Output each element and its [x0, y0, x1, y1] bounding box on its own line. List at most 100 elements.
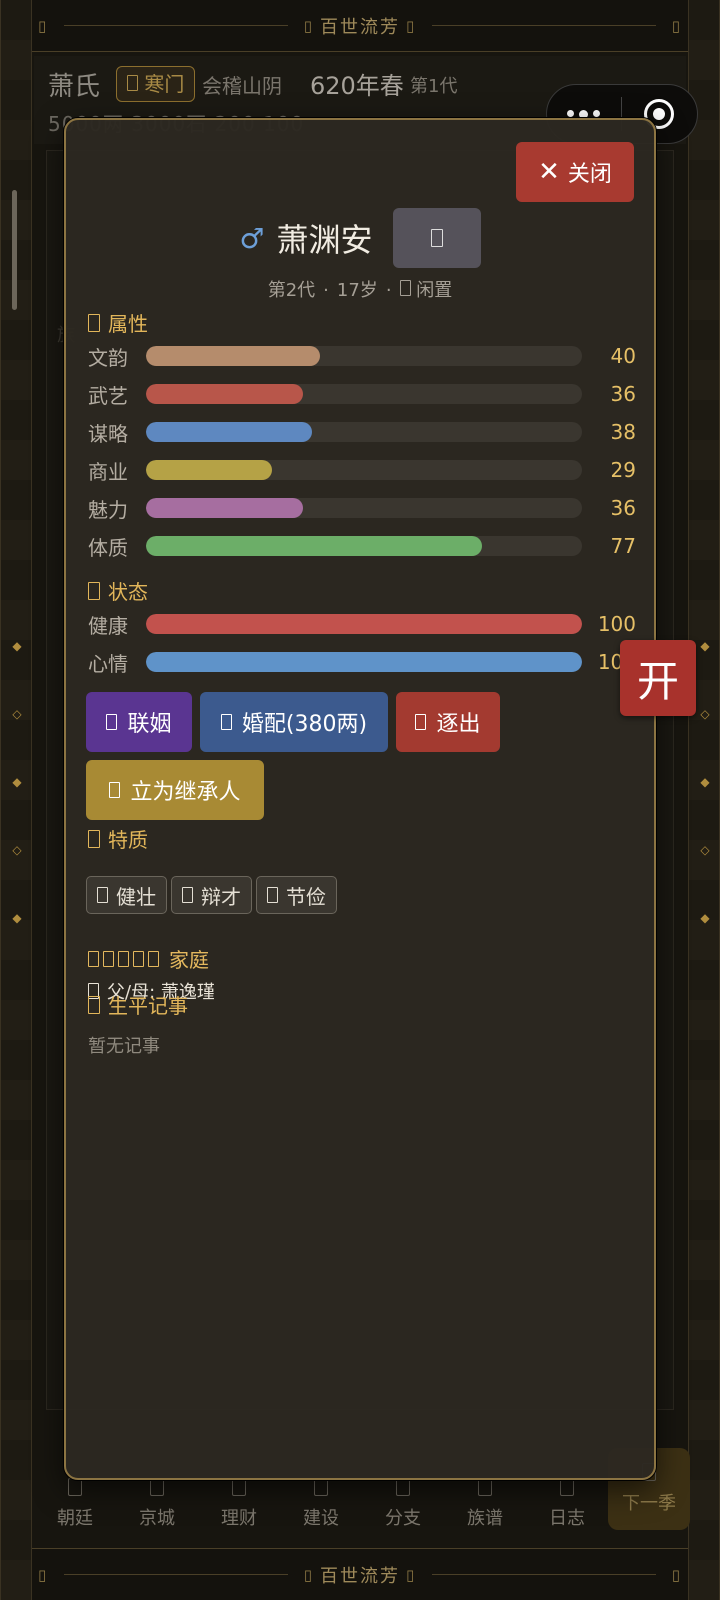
section-title-text: 属性 [108, 312, 148, 336]
stat-value: 36 [610, 496, 636, 520]
nav-item-branch[interactable]: 分支 [362, 1478, 444, 1530]
close-icon: ✕ [538, 157, 560, 187]
close-button[interactable]: ✕ 关闭 [516, 142, 634, 202]
trait-icon [97, 887, 108, 903]
marriage-alliance-button[interactable]: 联姻 [86, 692, 192, 752]
records-empty: 暂无记事 [88, 1036, 160, 1057]
diamond-ornament-icon: ◆ [12, 775, 22, 789]
nav-item-genealogy[interactable]: 族谱 [444, 1478, 526, 1530]
bracket-icon: ▯ [303, 1565, 314, 1584]
diamond-outline-icon: ◇ [12, 707, 22, 721]
expel-icon [415, 714, 427, 730]
traits-icon [88, 829, 100, 848]
status-icon [399, 280, 411, 296]
banner-title: 百世流芳 [320, 1565, 400, 1587]
diamond-outline-icon: ◇ [700, 843, 710, 857]
bracket-icon: ▯ [406, 1565, 417, 1584]
stat-bar-track [146, 614, 582, 634]
clan-location: 会稽山阴 [202, 74, 282, 98]
nav-item-capital[interactable]: 京城 [116, 1478, 198, 1530]
scrollbar[interactable] [12, 190, 17, 310]
close-label: 关闭 [567, 162, 612, 187]
stat-bar-track [146, 422, 582, 442]
nav-item-court[interactable]: 朝廷 [34, 1478, 116, 1530]
stat-label: 心情 [88, 651, 128, 676]
build-icon [314, 1478, 328, 1496]
nav-label: 朝廷 [57, 1508, 93, 1529]
stat-bar-fill [146, 652, 582, 672]
stat-value: 100 [597, 612, 636, 636]
bracket-icon: ▯ [303, 16, 314, 35]
app-screen: ◆ ◇ ◆ ◇ ◆ ◆ ◇ ◆ ◇ ◆ ▯ ▯ 百世流芳 ▯ ▯ 萧氏 寒门 会… [0, 0, 720, 1600]
stat-bar-fill [146, 346, 321, 366]
section-title-text: 家庭 [169, 948, 209, 972]
stat-bar-fill [146, 384, 303, 404]
member-age: 17岁 [336, 280, 378, 301]
branch-icon [396, 1478, 410, 1496]
stat-row: 心情 100 [88, 648, 636, 676]
alliance-icon [106, 714, 118, 730]
expel-button[interactable]: 逐出 [396, 692, 500, 752]
stat-label: 商业 [88, 459, 128, 484]
member-name: 萧渊安 [276, 221, 373, 259]
stat-bar-fill [146, 460, 273, 480]
stat-row: 文韵 40 [88, 342, 636, 370]
stat-row: 谋略 38 [88, 418, 636, 446]
nav-label: 京城 [139, 1508, 175, 1529]
stat-row: 体质 77 [88, 532, 636, 560]
diamond-ornament-icon: ◆ [12, 911, 22, 925]
family-icon [88, 950, 99, 967]
nav-label: 族谱 [467, 1508, 503, 1529]
stat-bar-track [146, 384, 582, 404]
trait-label: 节俭 [286, 884, 326, 909]
stat-row: 商业 29 [88, 456, 636, 484]
clan-name: 萧氏 [48, 72, 101, 102]
nav-item-log[interactable]: 日志 [526, 1478, 608, 1530]
attributes-heading: 属性 [88, 308, 148, 337]
marriage-match-button[interactable]: 婚配(380两) [200, 692, 388, 752]
avatar[interactable] [392, 208, 481, 268]
log-icon [560, 1478, 574, 1496]
attributes-icon [88, 313, 100, 332]
banner-divider [432, 25, 656, 26]
finance-icon [232, 1478, 246, 1496]
nav-label: 分支 [385, 1508, 421, 1529]
state-heading: 状态 [88, 576, 148, 605]
trait-tag: 节俭 [256, 876, 337, 914]
state-icon [88, 581, 100, 600]
button-label: 婚配(380两) [241, 712, 368, 737]
button-label: 逐出 [436, 712, 481, 737]
button-label: 立为继承人 [130, 780, 241, 805]
nav-item-build[interactable]: 建设 [280, 1478, 362, 1530]
stat-row: 武艺 36 [88, 380, 636, 408]
nav-item-finance[interactable]: 理财 [198, 1478, 280, 1530]
stat-label: 健康 [88, 613, 128, 638]
portrait-icon [430, 229, 443, 247]
clan-generation: 第1代 [410, 76, 458, 97]
stat-bar-track [146, 346, 582, 366]
left-frame: ◆ ◇ ◆ ◇ ◆ [0, 0, 32, 1600]
records-heading: 生平记事 [88, 990, 188, 1019]
bottom-banner: ▯ ▯ 百世流芳 ▯ ▯ [32, 1548, 688, 1600]
banner-title: 百世流芳 [320, 16, 400, 38]
male-icon: ♂ [239, 221, 265, 255]
open-float-button[interactable]: 开 [620, 640, 696, 716]
stat-label: 体质 [88, 535, 128, 560]
member-header: ♂ 萧渊安 [66, 208, 654, 268]
member-meta: 第2代 · 17岁 · 闲置 [66, 276, 654, 302]
banner-divider [64, 25, 288, 26]
trait-tag: 健壮 [86, 876, 167, 914]
capital-icon [150, 1478, 164, 1496]
stat-bar-track [146, 536, 582, 556]
top-banner: ▯ ▯ 百世流芳 ▯ ▯ [32, 0, 688, 52]
set-heir-button[interactable]: 立为继承人 [86, 760, 264, 820]
stat-bar-fill [146, 498, 303, 518]
bracket-icon: ▯ [38, 16, 49, 35]
trait-label: 辩才 [201, 884, 241, 909]
stat-bar-fill [146, 614, 582, 634]
member-detail-modal: ✕ 关闭 ♂ 萧渊安 第2代 · 17岁 · 闲置 属性 文韵 40 武艺 36 谋略 38 商业… [64, 118, 656, 1480]
bracket-icon: ▯ [406, 16, 417, 35]
nav-label: 理财 [221, 1508, 257, 1529]
dot-icon [593, 109, 601, 117]
game-date: 620年春 [310, 72, 404, 100]
